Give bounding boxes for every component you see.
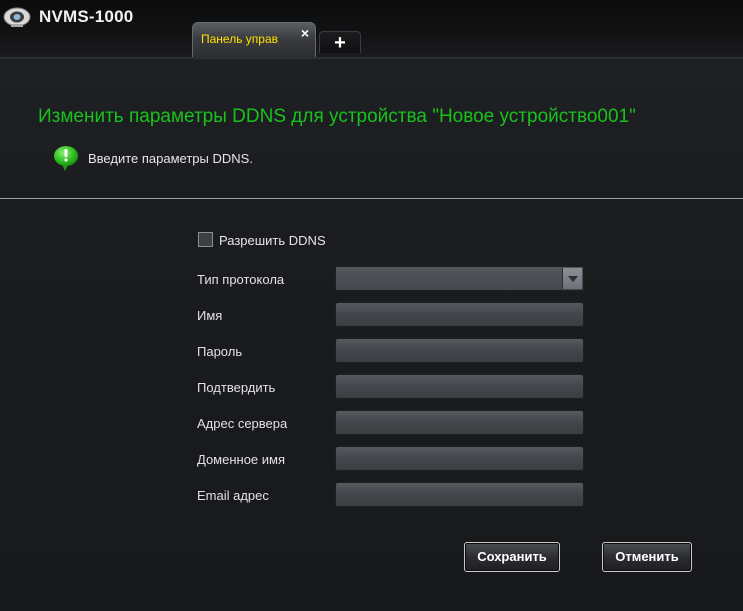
close-icon[interactable]: × [301, 26, 309, 40]
password-label: Пароль [197, 344, 243, 359]
cancel-button[interactable]: Отменить [602, 542, 692, 572]
add-tab-button[interactable]: + [319, 31, 361, 54]
server-address-label: Адрес сервера [197, 416, 288, 431]
tab-strip-divider [0, 57, 743, 59]
info-bubble-icon [54, 146, 78, 171]
email-field[interactable] [335, 482, 584, 507]
domain-name-label: Доменное имя [197, 452, 286, 467]
title-bar: NVMS-1000 Панель управ × + [0, 0, 743, 59]
name-label: Имя [197, 308, 223, 323]
ddns-settings-window: NVMS-1000 Панель управ × + Изменить пара… [0, 0, 743, 611]
camera-icon [3, 7, 31, 27]
hint-text: Введите параметры DDNS. [88, 151, 253, 166]
tab-control-panel[interactable]: Панель управ × [192, 22, 316, 58]
confirm-password-label: Подтвердить [197, 380, 276, 395]
app-title: NVMS-1000 [39, 7, 134, 26]
chevron-down-icon[interactable] [562, 268, 582, 289]
enable-ddns-checkbox[interactable] [198, 232, 213, 247]
save-button[interactable]: Сохранить [464, 542, 560, 572]
confirm-password-field[interactable] [335, 374, 584, 399]
password-field[interactable] [335, 338, 584, 363]
tab-label: Панель управ [201, 32, 279, 46]
domain-name-field[interactable] [335, 446, 584, 471]
enable-ddns-label[interactable]: Разрешить DDNS [219, 233, 326, 248]
protocol-type-select[interactable] [335, 266, 584, 291]
header-divider [0, 198, 743, 199]
page-title: Изменить параметры DDNS для устройства "… [38, 106, 636, 127]
server-address-field[interactable] [335, 410, 584, 435]
name-field[interactable] [335, 302, 584, 327]
protocol-type-label: Тип протокола [197, 272, 285, 287]
email-label: Email адрес [197, 488, 269, 503]
